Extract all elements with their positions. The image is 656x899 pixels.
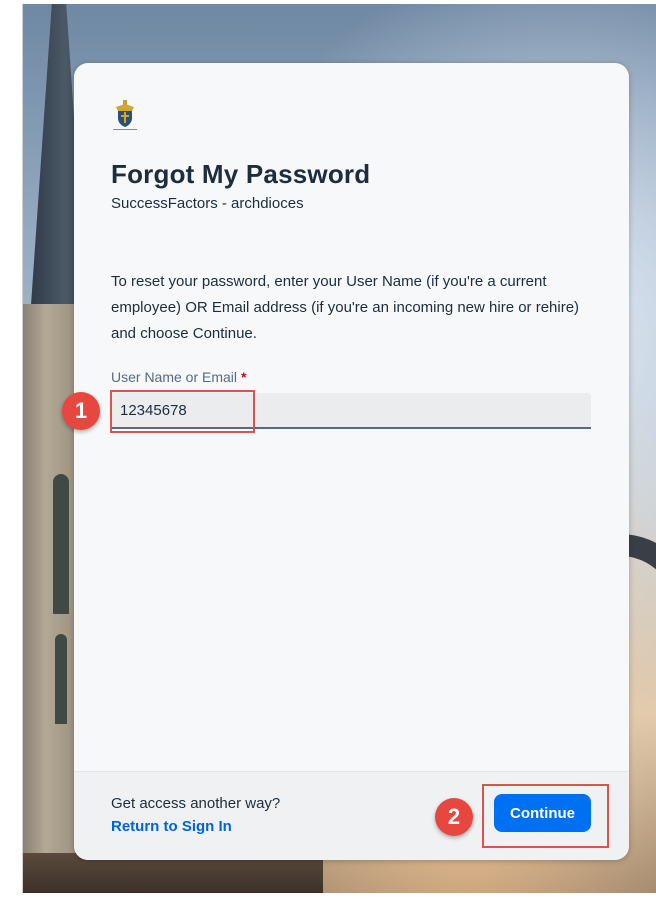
return-to-sign-in-link[interactable]: Return to Sign In (111, 818, 232, 835)
page-subtitle: SuccessFactors - archdioces (111, 195, 304, 212)
username-label-text: User Name or Email (111, 369, 238, 385)
instructions-text: To reset your password, enter your User … (111, 273, 580, 342)
username-field-label: User Name or Email * (111, 369, 246, 385)
required-marker: * (241, 369, 247, 385)
step-2-badge: 2 (435, 798, 473, 836)
church-tower (23, 304, 79, 893)
archdiocese-crest-icon (113, 100, 137, 130)
forgot-password-dialog: Forgot My Password SuccessFactors - arch… (74, 63, 629, 860)
alternate-access-text: Get access another way? (111, 795, 281, 812)
page-title: Forgot My Password (111, 159, 371, 189)
continue-highlight-box (482, 784, 609, 848)
input-highlight-box (110, 390, 255, 433)
tower-window (55, 634, 67, 724)
tower-window (53, 474, 69, 614)
step-1-badge: 1 (62, 392, 100, 430)
